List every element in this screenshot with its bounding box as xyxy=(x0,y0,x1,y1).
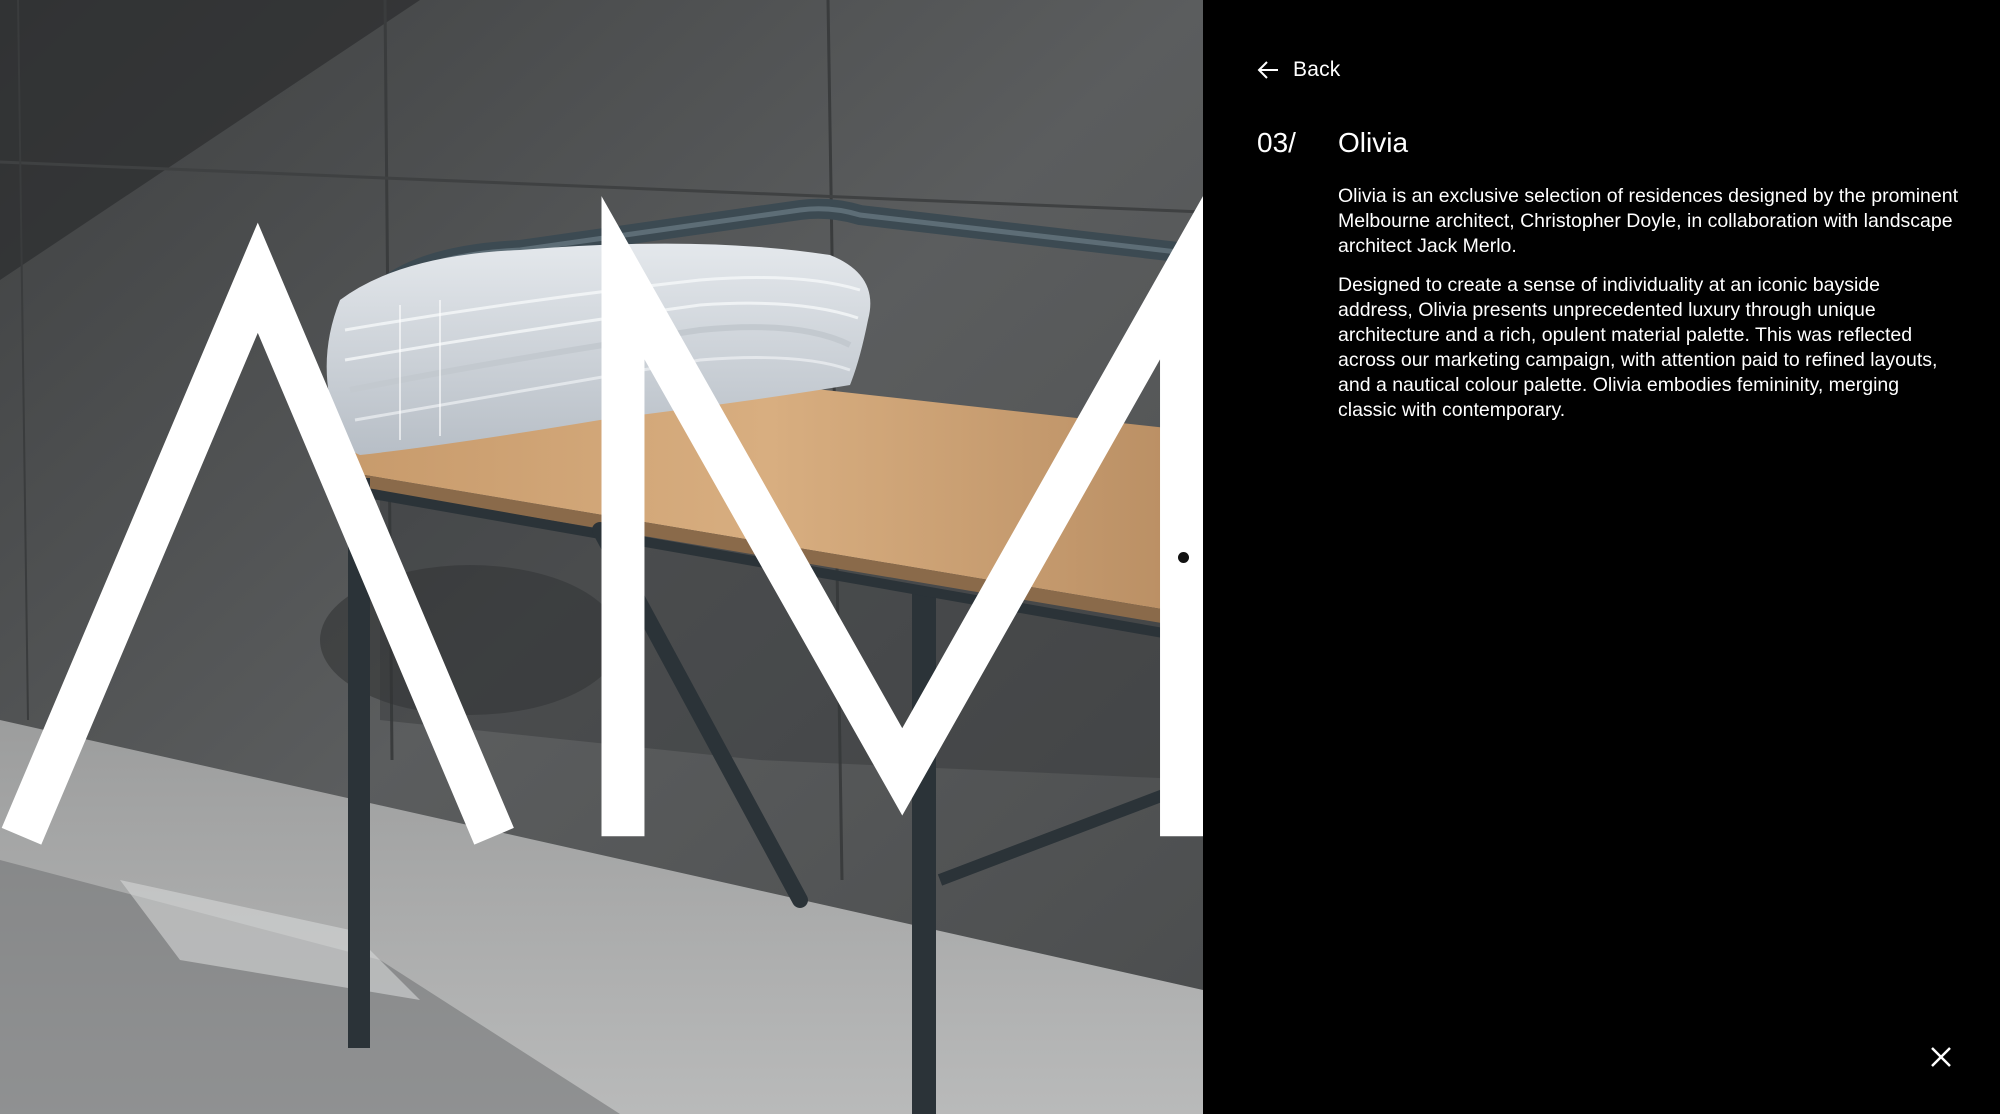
close-button[interactable] xyxy=(1929,1045,1953,1069)
project-info-panel: Back 03/ Olivia Olivia is an exclusive s… xyxy=(1203,0,2000,1114)
project-number: 03/ xyxy=(1257,127,1296,158)
description-paragraph: Olivia is an exclusive selection of resi… xyxy=(1338,185,1959,257)
back-button[interactable]: Back xyxy=(1257,58,1341,82)
project-description: Olivia is an exclusive selection of resi… xyxy=(1338,184,1958,437)
description-paragraph: Designed to create a sense of individual… xyxy=(1338,274,1938,421)
slide-indicator-dot[interactable] xyxy=(1178,552,1189,563)
project-image: AM xyxy=(0,0,1203,1114)
project-title: Olivia xyxy=(1338,127,1409,158)
close-icon xyxy=(1931,1047,1951,1067)
brand-logo[interactable] xyxy=(0,0,1203,1114)
back-label: Back xyxy=(1293,58,1341,81)
arrow-left-icon xyxy=(1257,61,1278,79)
